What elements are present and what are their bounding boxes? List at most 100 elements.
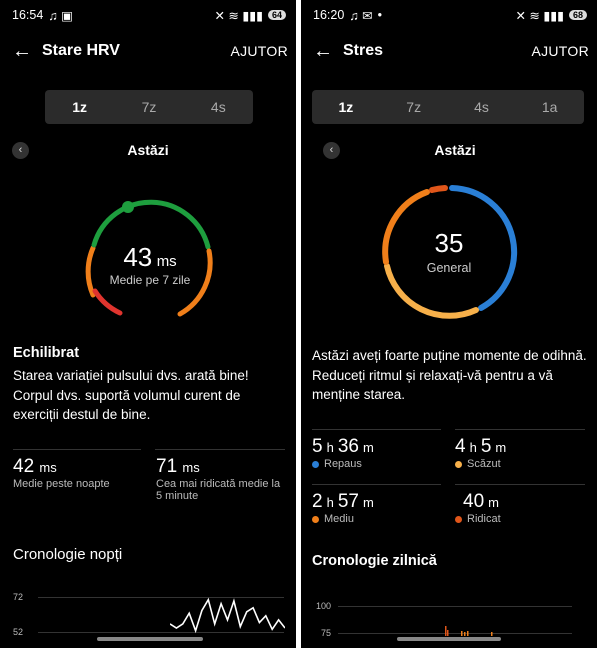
stat-minutes-unit: m (495, 440, 507, 455)
system-icons: ✕ ≋ ▮▮▮ (214, 8, 263, 23)
stress-bar (445, 626, 447, 636)
clock: 16:20 (313, 8, 345, 22)
stat-unit: ms (39, 460, 57, 475)
tab-1-day[interactable]: 1z (72, 99, 87, 115)
stat-label: Mediu (324, 513, 354, 525)
tab-1-day[interactable]: 1z (339, 99, 354, 115)
gauge-indicator (122, 201, 134, 213)
legend-dot (312, 460, 319, 468)
app-bar: ← Stare HRV AJUTOR (12, 38, 288, 64)
stat-overnight: 42 ms Medie peste noapte (13, 456, 110, 490)
chart-title: Cronologie nopți (13, 546, 123, 563)
period-selector: 1z 7z 4s 1a (312, 90, 584, 124)
y-tick-label: 100 (316, 601, 332, 611)
stat-minutes-unit: m (362, 440, 374, 455)
status-title: Echilibrat (13, 345, 80, 361)
date-label: Astăzi (127, 142, 169, 158)
home-indicator[interactable] (397, 637, 501, 641)
legend-dot (455, 515, 462, 523)
stress-bar (491, 632, 493, 636)
gauge-caption: Medie pe 7 zile (109, 273, 191, 287)
divider (455, 484, 585, 485)
stress-stat-1: 4 h 5 m Scăzut (455, 436, 510, 470)
stat-hours-unit: h (326, 495, 334, 510)
period-selector: 1z 7z 4s (45, 90, 253, 124)
stress-stat-3: 40 m Ridicat (455, 491, 503, 525)
battery-icon: 64 (267, 10, 286, 20)
notification-icons: ♫ ▣ (48, 8, 73, 23)
help-button[interactable]: AJUTOR (531, 43, 589, 59)
gauge-value: 43 ms (80, 242, 220, 273)
y-tick-label: 52 (13, 627, 24, 637)
stat-label: Scăzut (467, 458, 501, 470)
page-title: Stare HRV (42, 42, 120, 59)
hrv-value: 43 (123, 242, 153, 272)
stat-hours-unit: h (469, 440, 477, 455)
divider (312, 484, 441, 485)
system-icons: ✕ ≋ ▮▮▮ (515, 8, 564, 23)
divider (455, 429, 585, 430)
tab-7-days[interactable]: 7z (406, 99, 421, 115)
stat-minutes-unit: m (488, 495, 499, 510)
help-button[interactable]: AJUTOR (230, 43, 288, 59)
date-navigator: ‹ Astăzi (12, 140, 284, 162)
stat-label: Medie peste noapte (13, 478, 110, 490)
stat-minutes: 57 (337, 491, 359, 512)
divider (312, 429, 441, 430)
divider (155, 449, 285, 450)
stat-minutes: 40 (463, 491, 485, 512)
stress-summary: Astăzi aveți foarte puține momente de od… (312, 348, 587, 402)
notification-dot: • (377, 8, 382, 22)
clock: 16:54 (12, 8, 44, 22)
daily-stress-chart (445, 626, 493, 636)
y-tick-label: 75 (321, 628, 332, 638)
date-label: Astăzi (434, 142, 476, 158)
tab-4-weeks[interactable]: 4s (474, 99, 489, 115)
legend-dot (455, 460, 462, 468)
stress-stat-2: 2 h 57 m Mediu (312, 491, 378, 525)
stat-hours-unit: h (326, 440, 334, 455)
app-bar: ← Stres AJUTOR (313, 38, 589, 64)
stat-value: 42 (13, 456, 35, 477)
back-arrow-icon[interactable]: ← (313, 40, 343, 63)
stat-hours: 2 (312, 491, 323, 512)
stat-minutes: 5 (480, 436, 492, 457)
stat-label: Cea mai ridicată medie la 5 minute (156, 478, 281, 502)
stat-value: 71 (156, 456, 178, 477)
stat-unit: ms (182, 460, 200, 475)
home-indicator[interactable] (97, 637, 203, 641)
tab-7-days[interactable]: 7z (142, 99, 157, 115)
stat-highest-5min: 71 ms Cea mai ridicată medie la 5 minute (156, 456, 288, 502)
stat-label: Repaus (324, 458, 362, 470)
gauge-poor-segment (92, 288, 123, 316)
legend-dot (312, 515, 319, 523)
stress-bar (447, 630, 449, 636)
battery-icon: 68 (568, 10, 587, 20)
nightly-hrv-chart (170, 597, 285, 634)
ring-high-segment (429, 185, 448, 193)
hrv-series-line (170, 597, 285, 634)
notification-icons: ♫ ✉ (349, 8, 373, 23)
hrv-screen: 16:54 ♫ ▣ ✕ ≋ ▮▮▮ 64 ← Stare HRV AJUTOR 1z… (0, 0, 296, 648)
stress-stat-0: 5 h 36 m Repaus (312, 436, 378, 470)
status-bar: 16:54 ♫ ▣ ✕ ≋ ▮▮▮ 64 (12, 7, 286, 23)
y-tick-label: 72 (13, 592, 24, 602)
date-navigator: ‹ Astăzi (323, 140, 587, 162)
gauge-balanced-segment (91, 199, 211, 250)
page-title: Stres (343, 42, 384, 59)
stat-hours: 5 (312, 436, 323, 457)
stat-minutes: 36 (337, 436, 359, 457)
status-description: Starea variației pulsului dvs. arată bin… (13, 368, 249, 422)
stress-bar (467, 631, 469, 636)
stress-value: 35 (434, 228, 464, 258)
stress-bar (464, 632, 466, 636)
stress-bar (461, 631, 463, 636)
back-arrow-icon[interactable]: ← (12, 40, 42, 63)
stress-screen: 16:20 ♫ ✉ • ✕ ≋ ▮▮▮ 68 ← Stres AJUTOR 1z 7z… (301, 0, 597, 648)
divider (13, 449, 141, 450)
status-bar: 16:20 ♫ ✉ • ✕ ≋ ▮▮▮ 68 (313, 7, 587, 23)
tab-1-year[interactable]: 1a (542, 99, 558, 115)
chart-title: Cronologie zilnică (312, 553, 437, 569)
tab-4-weeks[interactable]: 4s (211, 99, 226, 115)
stat-hours: 4 (455, 436, 466, 457)
